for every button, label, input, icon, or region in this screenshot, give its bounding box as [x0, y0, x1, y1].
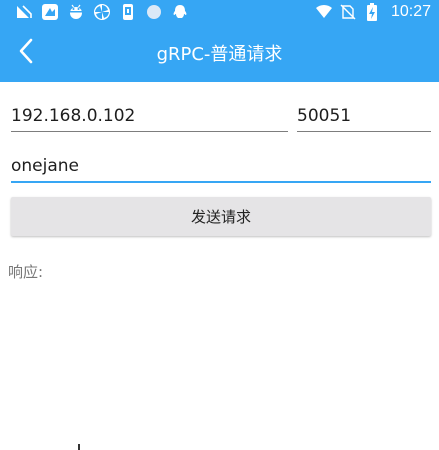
notification-icons [15, 3, 189, 21]
send-request-button[interactable]: 发送请求 [11, 197, 431, 236]
android-debug-icon [67, 3, 85, 21]
pinwheel-app-icon [93, 3, 111, 21]
app-bar: gRPC-普通请求 [0, 24, 439, 82]
port-input[interactable] [297, 100, 431, 131]
port-field[interactable] [297, 100, 431, 132]
name-field[interactable] [11, 150, 431, 183]
name-input[interactable] [11, 150, 431, 181]
wechat-work-icon [41, 3, 59, 21]
text-cursor-mark [78, 444, 80, 450]
host-input[interactable] [11, 100, 288, 131]
status-time: 10:27 [390, 3, 431, 20]
page-title: gRPC-普通请求 [156, 44, 283, 65]
status-bar: 10:27 [0, 0, 439, 24]
response-label: 响应: [8, 263, 44, 281]
battery-charging-icon [363, 3, 381, 21]
phone-notify-icon [119, 3, 137, 21]
signal-app-icon [15, 3, 33, 21]
host-field[interactable] [11, 100, 288, 132]
system-status-icons: 10:27 [315, 2, 431, 22]
circle-dot-icon [145, 3, 163, 21]
wifi-icon [315, 3, 333, 21]
qq-icon [171, 3, 189, 21]
no-sim-icon [339, 3, 357, 21]
